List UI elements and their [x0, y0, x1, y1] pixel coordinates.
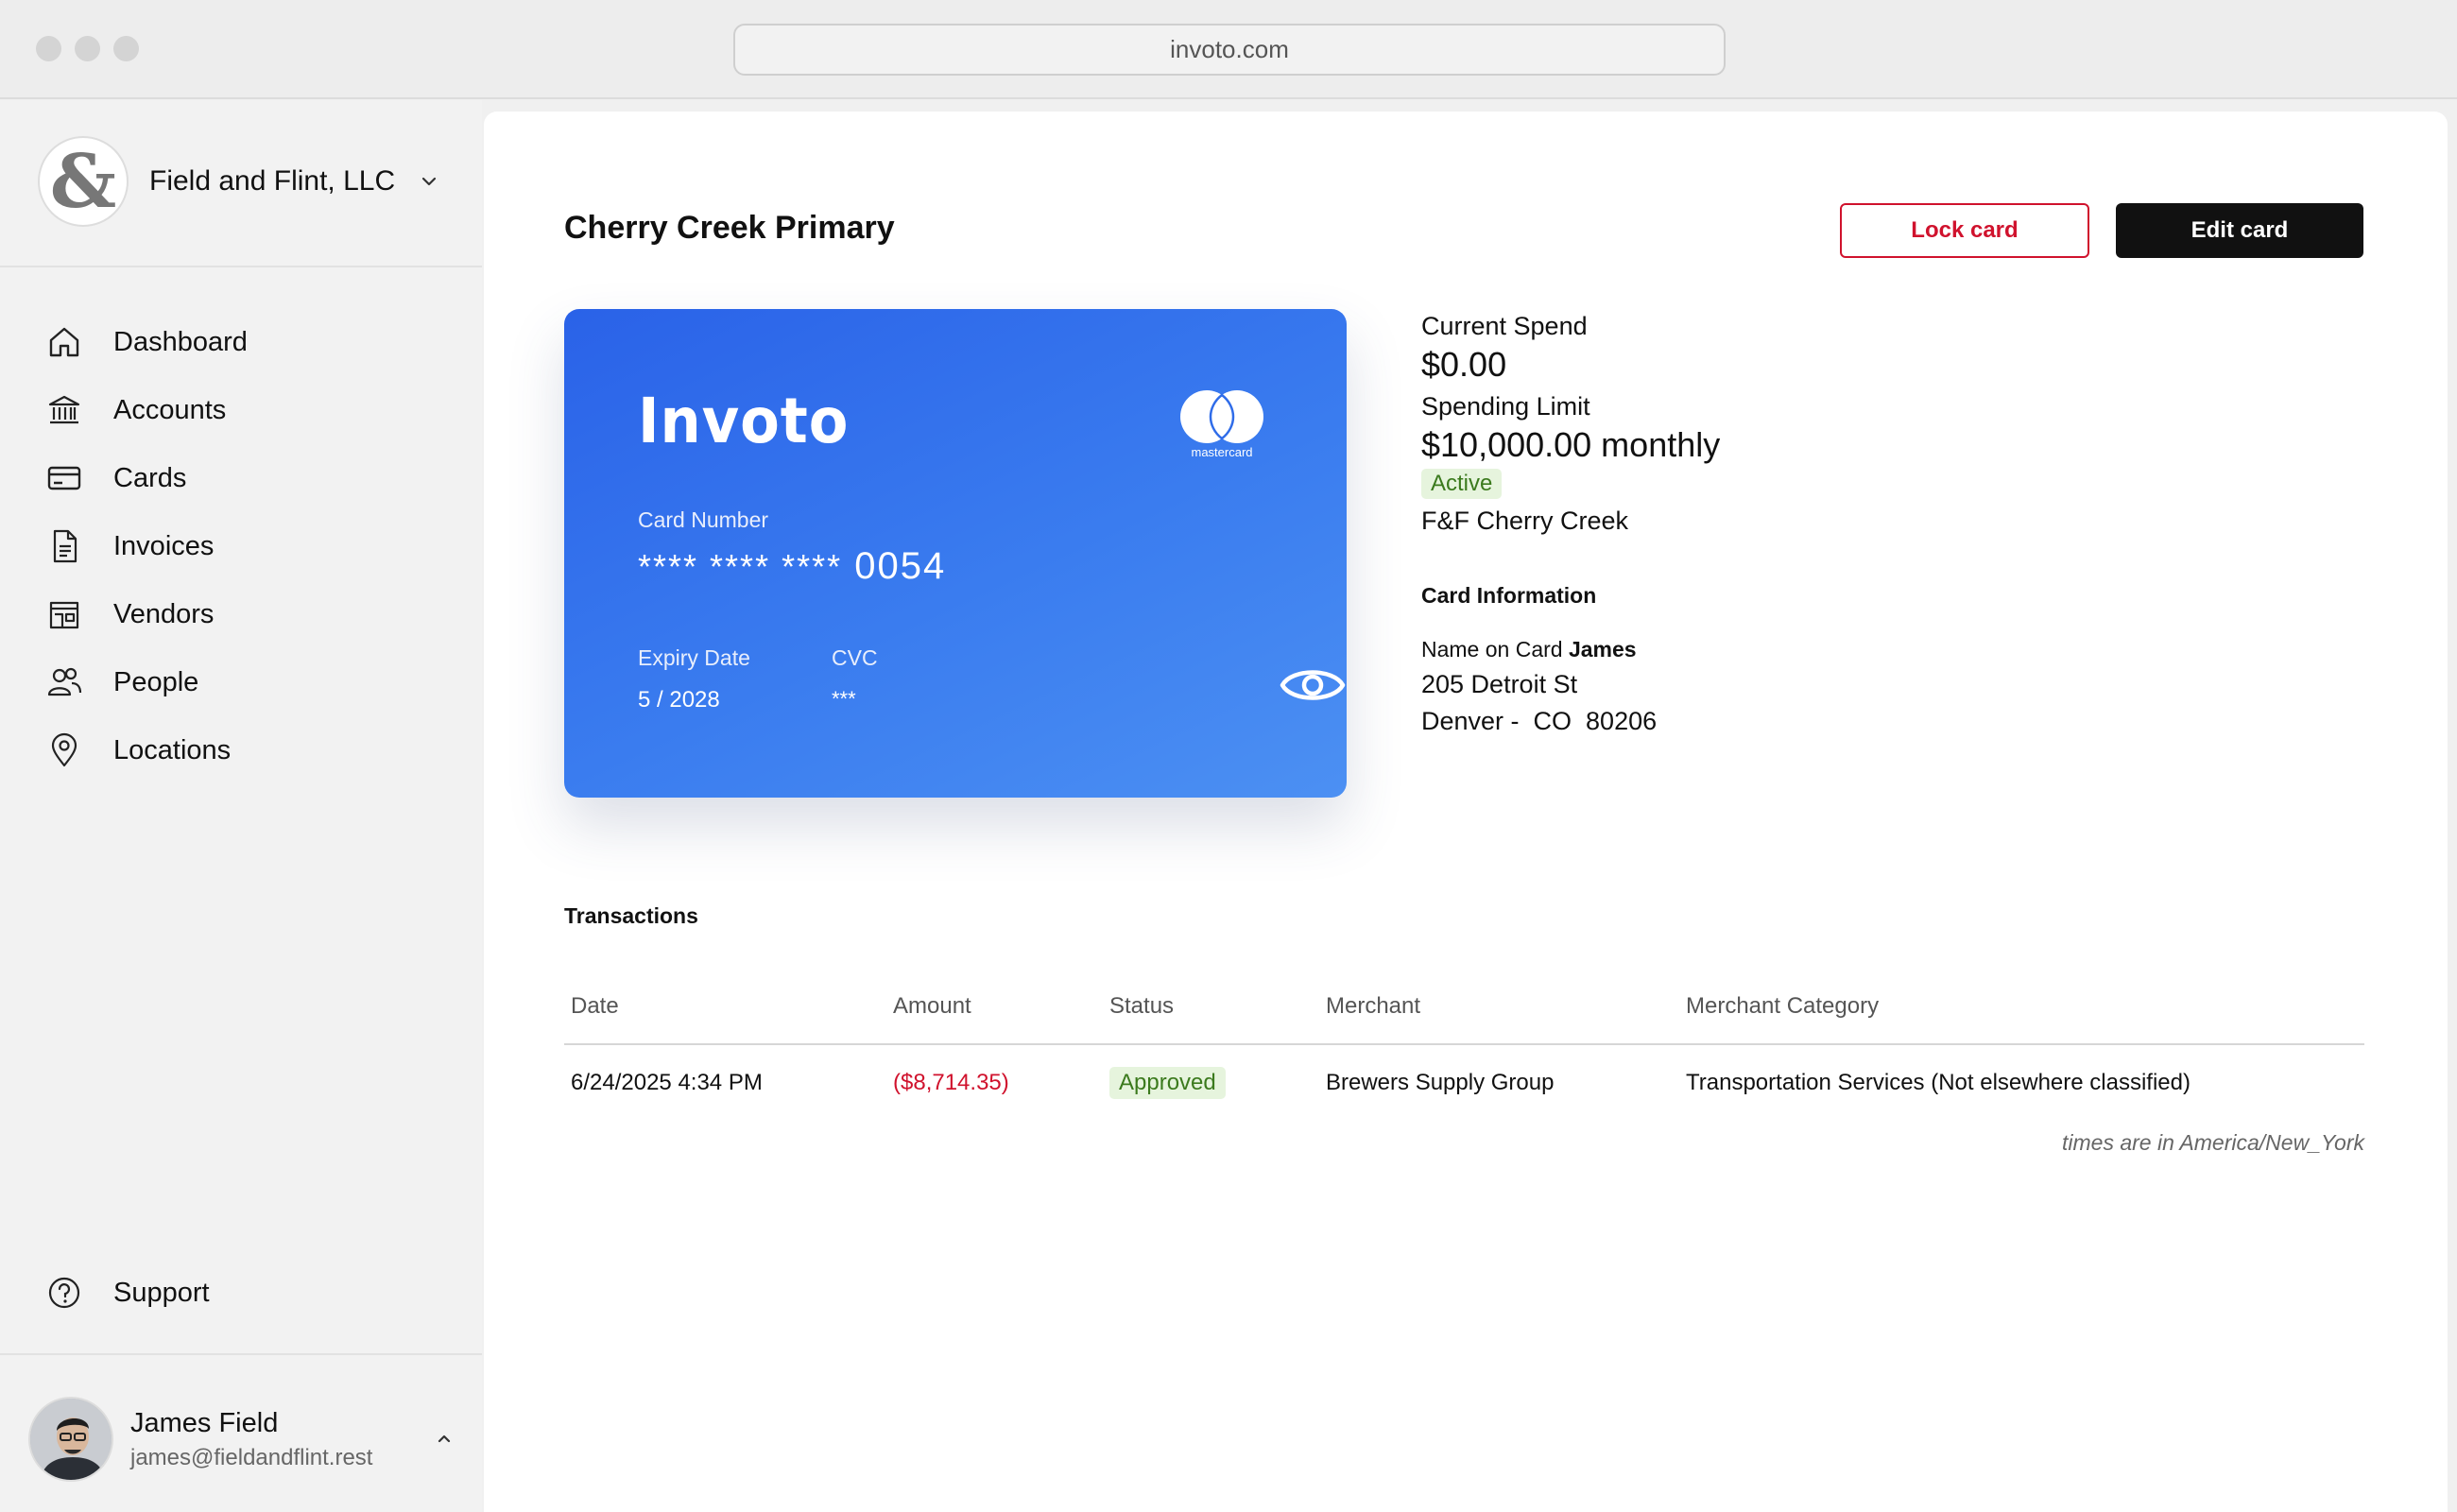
edit-card-button[interactable]: Edit card	[2116, 203, 2363, 258]
sidebar-item-invoices[interactable]: Invoices	[45, 512, 248, 580]
sidebar-item-label: Locations	[113, 734, 232, 765]
card-brand-logo: Invoto	[638, 385, 850, 457]
table-row[interactable]: 6/24/2025 4:34 PM ($8,714.35) Approved B…	[564, 1045, 2364, 1121]
expiry-value: 5 / 2028	[638, 687, 720, 713]
sidebar-item-label: Accounts	[113, 394, 227, 425]
sidebar-item-support[interactable]: Support	[45, 1259, 210, 1327]
org-name: Field and Flint, LLC	[149, 165, 396, 197]
avatar	[28, 1397, 113, 1482]
status-badge: Approved	[1109, 1067, 1226, 1099]
user-email: james@fieldandflint.rest	[130, 1444, 373, 1470]
column-header-merchant-category: Merchant Category	[1686, 993, 1880, 1019]
spending-limit-value: $10,000.00 monthly	[1421, 425, 1721, 464]
chevron-down-icon	[422, 177, 437, 186]
svg-text:mastercard: mastercard	[1191, 445, 1252, 459]
current-spend-label: Current Spend	[1421, 312, 1588, 340]
user-menu[interactable]: James Field james@fieldandflint.rest	[28, 1397, 454, 1482]
home-icon	[49, 327, 79, 357]
sidebar-item-cards[interactable]: Cards	[45, 444, 248, 512]
name-on-card-label: Name on Card	[1421, 637, 1563, 662]
mastercard-logo-icon: mastercard	[1180, 390, 1263, 459]
main-content: Cherry Creek Primary Lock card Edit card…	[484, 112, 2448, 1512]
sidebar-item-people[interactable]: People	[45, 648, 248, 716]
store-icon	[49, 601, 79, 629]
map-pin-icon	[51, 732, 77, 767]
sidebar-item-dashboard[interactable]: Dashboard	[45, 308, 248, 376]
current-spend-value: $0.00	[1421, 345, 1507, 384]
page-title: Cherry Creek Primary	[564, 210, 895, 246]
address-line-2: Denver - CO 80206	[1421, 707, 1658, 735]
card-number-label: Card Number	[638, 507, 769, 532]
sidebar-item-label: Support	[113, 1277, 210, 1308]
chevron-up-icon	[438, 1435, 451, 1443]
org-logo: &	[38, 136, 129, 227]
transaction-category: Transportation Services (Not elsewhere c…	[1686, 1070, 2191, 1095]
sidebar-item-vendors[interactable]: Vendors	[45, 580, 248, 648]
card-number-masked: **** **** ****	[638, 547, 843, 586]
card-visual: Invoto mastercard Card Number **** **** …	[564, 309, 1347, 798]
sidebar-item-label: Vendors	[113, 598, 215, 629]
help-circle-icon	[48, 1277, 80, 1309]
minimize-window-button[interactable]	[75, 36, 100, 61]
address-bar[interactable]: invoto.com	[733, 24, 1726, 76]
transaction-merchant: Brewers Supply Group	[1326, 1070, 1555, 1095]
cvc-value: ***	[832, 687, 856, 711]
sidebar-nav: Dashboard Accounts Cards Invoices Vendor…	[45, 308, 248, 784]
card-number: **** **** **** 0054	[638, 545, 946, 588]
user-name: James Field	[130, 1407, 279, 1438]
sidebar-item-locations[interactable]: Locations	[45, 716, 248, 784]
sidebar-item-label: Invoices	[113, 530, 215, 561]
transaction-date: 6/24/2025 4:34 PM	[571, 1070, 763, 1095]
transactions-heading: Transactions	[564, 903, 698, 928]
column-header-amount: Amount	[893, 993, 971, 1019]
column-header-status: Status	[1109, 993, 1175, 1019]
transaction-amount: ($8,714.35)	[893, 1070, 1009, 1095]
lock-card-button[interactable]: Lock card	[1840, 203, 2089, 258]
column-header-merchant: Merchant	[1326, 993, 1421, 1019]
card-information-heading: Card Information	[1421, 583, 1597, 608]
sidebar-item-accounts[interactable]: Accounts	[45, 376, 248, 444]
table-header: Date Amount Status Merchant Merchant Cat…	[564, 970, 2364, 1045]
address-line-1: 205 Detroit St	[1421, 670, 1578, 698]
close-window-button[interactable]	[36, 36, 61, 61]
expiry-label: Expiry Date	[638, 645, 750, 670]
sidebar-divider	[0, 266, 482, 267]
column-header-date: Date	[571, 993, 619, 1019]
spending-limit-label: Spending Limit	[1421, 392, 1590, 421]
org-switcher[interactable]: & Field and Flint, LLC	[38, 136, 438, 227]
transactions-table: Date Amount Status Merchant Merchant Cat…	[564, 970, 2364, 1121]
sidebar-item-label: Cards	[113, 462, 187, 493]
timezone-note: times are in America/New_York	[2062, 1130, 2364, 1155]
card-details: Current Spend $0.00 Spending Limit $10,0…	[1421, 312, 1720, 736]
sidebar: & Field and Flint, LLC Dashboard Account…	[0, 100, 482, 1512]
people-icon	[47, 667, 82, 696]
card-last4: 0054	[854, 545, 947, 587]
window-controls	[36, 36, 139, 61]
sidebar-item-label: People	[113, 666, 199, 697]
status-badge: Active	[1421, 469, 1503, 499]
card-location: F&F Cherry Creek	[1421, 507, 1629, 535]
sidebar-divider	[0, 1353, 482, 1355]
name-on-card: Name on Card James	[1421, 637, 1720, 662]
bank-icon	[48, 395, 80, 424]
maximize-window-button[interactable]	[113, 36, 139, 61]
sidebar-item-label: Dashboard	[113, 326, 248, 357]
eye-icon[interactable]	[1279, 659, 1347, 712]
cvc-label: CVC	[832, 645, 878, 670]
name-on-card-value: James	[1568, 637, 1637, 662]
browser-chrome: invoto.com	[0, 0, 2457, 99]
document-icon	[53, 529, 77, 563]
credit-card-icon	[47, 466, 81, 490]
